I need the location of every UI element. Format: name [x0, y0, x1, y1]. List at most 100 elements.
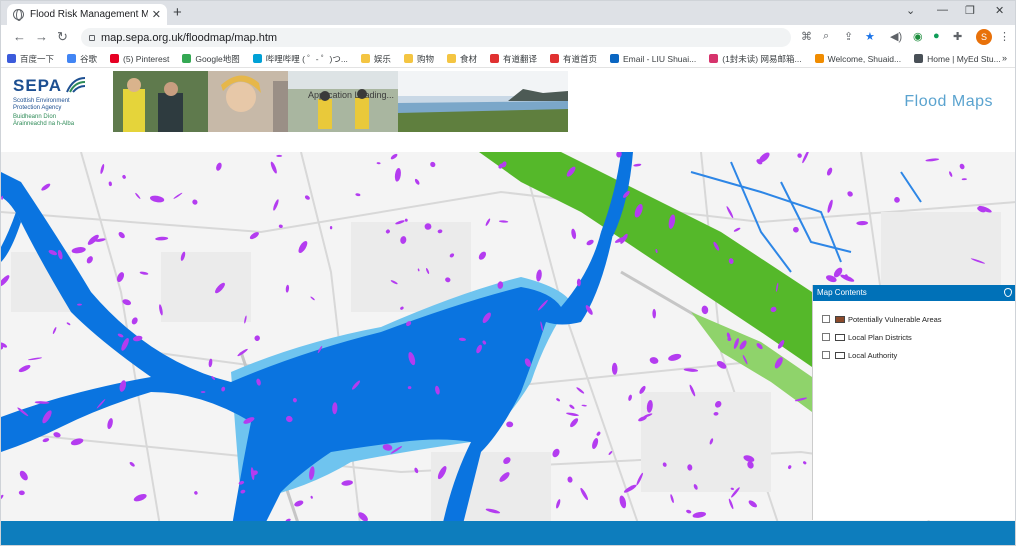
close-tab-icon[interactable]: ✕	[152, 8, 161, 21]
bookmark-label: Email - LIU Shuai...	[623, 53, 697, 64]
layer-local-plan-districts[interactable]: Local Plan Districts	[813, 329, 1015, 345]
back-icon[interactable]: ←	[13, 29, 26, 44]
header-banner-photos: Application Loading...	[113, 71, 568, 132]
layer-label: Local Authority	[848, 350, 898, 360]
bookmark-favicon-icon	[67, 54, 77, 63]
bookmark-item[interactable]: 有道翻译	[489, 53, 537, 65]
tab-title: Flood Risk Management Maps	[30, 9, 148, 20]
browser-toolbar: ← → ↻ map.sepa.org.uk/floodmap/map.htm ⌘…	[1, 25, 1015, 50]
layer-swatch	[835, 351, 845, 359]
layer-checkbox[interactable]	[822, 351, 830, 359]
bookmark-favicon-icon	[446, 54, 456, 63]
bookmark-favicon-icon	[403, 54, 413, 63]
bookmark-item[interactable]: 有道首页	[549, 53, 597, 65]
lock-icon	[89, 34, 95, 41]
pin-icon[interactable]	[1004, 288, 1012, 297]
bookmarks-bar: 百度一下 谷歌 (5) Pinterest Google地图 哔哩哔哩 ( ゜- ゜)つ…	[1, 50, 1015, 68]
bookmark-label: 有道首页	[562, 53, 597, 64]
bookmark-item[interactable]: Email - LIU Shuai...	[610, 54, 696, 64]
bookmark-item[interactable]: Google地图	[182, 53, 240, 65]
maximize-button[interactable]: ❐	[965, 4, 975, 17]
surface-water-patch	[200, 391, 206, 393]
sepa-logo[interactable]: SEPA Scottish Environment Protection Age…	[13, 76, 93, 142]
bookmark-item[interactable]: Welcome, Shuaid...	[814, 53, 902, 64]
share-icon[interactable]: ⇪	[844, 30, 853, 43]
reload-icon[interactable]: ↻	[57, 29, 68, 45]
page-title: Flood Maps	[904, 93, 993, 110]
bookmark-label: 有道翻译	[502, 53, 537, 64]
layer-local-authority[interactable]: Local Authority	[813, 347, 1015, 363]
new-tab-button[interactable]: +	[173, 4, 182, 21]
bookmark-item[interactable]: (5) Pinterest	[110, 54, 169, 64]
bookmark-favicon-icon	[814, 54, 824, 63]
bookmark-item[interactable]: Home | MyEd Stu...	[914, 54, 1001, 64]
layer-checkbox[interactable]	[822, 315, 830, 323]
browser-tab[interactable]: Flood Risk Management Maps ✕	[7, 4, 167, 25]
address-bar[interactable]: map.sepa.org.uk/floodmap/map.htm	[81, 28, 791, 47]
bookmark-item[interactable]: 购物	[403, 53, 434, 65]
extensions-puzzle-icon[interactable]: ✚	[953, 30, 962, 43]
tab-strip: Flood Risk Management Maps ✕ + ⌄ — ❐ ✕	[1, 1, 1015, 25]
layer-swatch	[835, 333, 845, 341]
bookmark-favicon-icon	[7, 54, 16, 63]
bookmark-item[interactable]: 食材	[446, 53, 477, 65]
bookmark-label: Google地图	[195, 53, 240, 64]
bookmark-favicon-icon	[914, 54, 924, 63]
bookmark-label: 食材	[459, 53, 477, 64]
bookmark-favicon-icon	[709, 54, 719, 63]
page-footer-bar	[1, 521, 1015, 545]
logo-line-1: Scottish Environment	[13, 98, 70, 104]
menu-kebab-icon[interactable]: ⋮	[999, 30, 1010, 43]
bookmark-label: 购物	[416, 53, 434, 64]
bookmark-favicon-icon	[489, 54, 499, 63]
tab-search-icon[interactable]: ⌄	[906, 4, 915, 17]
layer-potentially-vulnerable-areas[interactable]: Potentially Vulnerable Areas	[813, 311, 1015, 327]
bookmark-favicon-icon	[110, 54, 120, 63]
bookmark-label: 娱乐	[373, 53, 391, 64]
bookmarks-overflow-icon[interactable]: »	[1002, 53, 1007, 63]
forward-icon[interactable]: →	[35, 29, 48, 44]
profile-avatar[interactable]: S	[976, 29, 992, 45]
bookmark-favicon-icon	[549, 54, 559, 63]
bookmark-item[interactable]: 哔哩哔哩 ( ゜- ゜)つ...	[252, 53, 348, 65]
bookmark-label: Welcome, Shuaid...	[827, 53, 902, 64]
logo-gaelic-1: Buidheann Dìon	[13, 114, 57, 120]
translate-icon[interactable]: ⌘	[801, 30, 812, 43]
url-text: map.sepa.org.uk/floodmap/map.htm	[101, 31, 278, 44]
surface-water-patch	[276, 154, 283, 157]
bookmark-item[interactable]: 百度一下	[7, 53, 54, 65]
bookmark-label: Home | MyEd Stu...	[927, 53, 1001, 64]
banner-loading-label: Application Loading...	[308, 90, 395, 100]
bookmark-favicon-icon	[182, 54, 192, 63]
globe-icon	[13, 9, 24, 21]
audio-icon[interactable]: ◀)	[890, 30, 902, 43]
bookmark-favicon-icon	[360, 54, 370, 63]
layer-label: Local Plan Districts	[848, 332, 912, 342]
close-window-button[interactable]: ✕	[995, 4, 1004, 17]
bookmark-item[interactable]: (1封未读) 网易邮箱...	[709, 53, 802, 65]
sepa-waves-icon	[66, 77, 86, 93]
bookmark-favicon-icon	[610, 54, 619, 63]
bookmark-item[interactable]: 娱乐	[360, 53, 391, 65]
layer-checkbox[interactable]	[822, 333, 830, 341]
bookmark-label: 谷歌	[80, 53, 98, 64]
bookmark-label: 哔哩哔哩 ( ゜- ゜)つ...	[265, 53, 348, 64]
site-header: SEPA Scottish Environment Protection Age…	[1, 68, 1015, 152]
panel-header: Map Contents	[813, 285, 1015, 301]
minimize-button[interactable]: —	[937, 4, 948, 16]
bookmark-label: (5) Pinterest	[123, 53, 170, 64]
logo-line-2: Protection Agency	[13, 105, 62, 111]
bookmark-favicon-icon	[252, 54, 262, 63]
logo-gaelic-2: Àrainneachd na h-Alba	[13, 121, 75, 127]
bookmark-label: 百度一下	[20, 53, 55, 64]
bookmark-star-icon[interactable]: ★	[865, 30, 875, 43]
bookmark-item[interactable]: 谷歌	[67, 53, 97, 65]
bookmark-label: (1封未读) 网易邮箱...	[722, 53, 802, 64]
zoom-icon[interactable]: ⌕	[823, 30, 829, 43]
layer-label: Potentially Vulnerable Areas	[848, 314, 942, 324]
browser-window: Flood Risk Management Maps ✕ + ⌄ — ❐ ✕ ←…	[0, 0, 1016, 546]
extension-green-icon[interactable]: ◉	[913, 30, 923, 43]
map-contents-panel: Map Contents Potentially Vulnerable Area…	[812, 285, 1015, 520]
extension-grammarly-icon[interactable]: ●	[933, 30, 940, 42]
panel-title: Map Contents	[817, 288, 867, 297]
